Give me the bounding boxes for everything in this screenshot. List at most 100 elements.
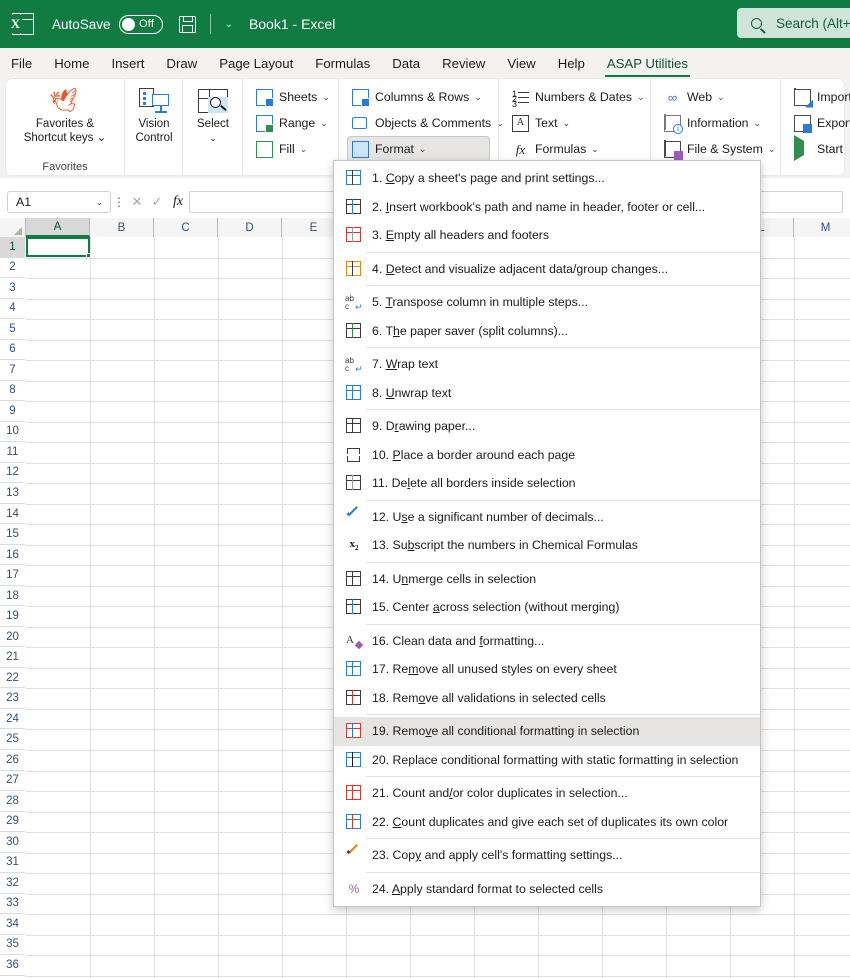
row-header-10[interactable]: 10 xyxy=(0,422,25,443)
format-menu-item-2[interactable]: 2. Insert workbook's path and name in he… xyxy=(334,193,760,222)
format-menu-item-7[interactable]: ab c ↵ 7. Wrap text xyxy=(334,350,760,379)
web-button[interactable]: ∞ Web ⌄ xyxy=(659,84,772,110)
information-button[interactable]: i Information ⌄ xyxy=(659,110,772,136)
chevron-down-icon[interactable]: ⌄ xyxy=(419,144,427,155)
format-menu-item-22[interactable]: 22. Count duplicates and give each set o… xyxy=(334,808,760,837)
format-menu-item-17[interactable]: 17. Remove all unused styles on every sh… xyxy=(334,655,760,684)
format-menu-item-1[interactable]: 1. Copy a sheet's page and print setting… xyxy=(334,164,760,193)
name-box[interactable]: A1 ⌄ xyxy=(7,191,111,213)
tab-insert[interactable]: Insert xyxy=(100,50,155,78)
row-header-17[interactable]: 17 xyxy=(0,565,25,586)
tab-review[interactable]: Review xyxy=(431,50,496,78)
chevron-down-icon[interactable]: ⌄ xyxy=(225,19,233,30)
row-header-12[interactable]: 12 xyxy=(0,463,25,484)
format-menu-item-19[interactable]: 19. Remove all conditional formatting in… xyxy=(334,717,760,746)
column-header-m[interactable]: M xyxy=(794,218,850,237)
vision-control-button[interactable]: Vision Control xyxy=(125,79,183,145)
tab-home[interactable]: Home xyxy=(43,50,100,78)
row-header-29[interactable]: 29 xyxy=(0,812,25,833)
tab-formulas[interactable]: Formulas xyxy=(304,50,381,78)
row-header-4[interactable]: 4 xyxy=(0,299,25,320)
row-header-1[interactable]: 1 xyxy=(0,237,25,258)
row-header-27[interactable]: 27 xyxy=(0,771,25,792)
row-header-31[interactable]: 31 xyxy=(0,853,25,874)
row-header-34[interactable]: 34 xyxy=(0,914,25,935)
row-header-15[interactable]: 15 xyxy=(0,524,25,545)
format-menu-item-3[interactable]: 3. Empty all headers and footers xyxy=(334,221,760,250)
chevron-down-icon[interactable]: ⌄ xyxy=(563,118,571,129)
text-button[interactable]: A Text ⌄ xyxy=(507,110,642,136)
row-header-3[interactable]: 3 xyxy=(0,278,25,299)
row-header-11[interactable]: 11 xyxy=(0,442,25,463)
cancel-icon[interactable]: ✕ xyxy=(127,194,147,210)
row-header-14[interactable]: 14 xyxy=(0,504,25,525)
row-header-16[interactable]: 16 xyxy=(0,545,25,566)
search-input[interactable]: Search (Alt+ xyxy=(737,8,850,38)
row-header-2[interactable]: 2 xyxy=(0,258,25,279)
format-menu-item-9[interactable]: 9. Drawing paper... xyxy=(334,412,760,441)
chevron-down-icon[interactable]: ⌄ xyxy=(637,92,645,103)
file-system-button[interactable]: File & System ⌄ xyxy=(659,136,775,162)
format-menu-item-12[interactable]: ✦ 12. Use a significant number of decimal… xyxy=(334,503,760,532)
chevron-down-icon[interactable]: ⌄ xyxy=(209,131,217,145)
format-menu-item-13[interactable]: x2 13. Subscript the numbers in Chemical … xyxy=(334,531,760,560)
row-header-30[interactable]: 30 xyxy=(0,832,25,853)
columns-rows-button[interactable]: Columns & Rows ⌄ xyxy=(347,84,490,110)
row-header-36[interactable]: 36 xyxy=(0,955,25,976)
range-button[interactable]: Range ⌄ xyxy=(251,110,330,136)
select-button[interactable]: Select ⌄ xyxy=(183,79,243,145)
chevron-down-icon[interactable]: ⌄ xyxy=(95,197,103,208)
fill-handle[interactable] xyxy=(86,253,91,258)
tab-view[interactable]: View xyxy=(496,50,546,78)
chevron-down-icon[interactable]: ⌄ xyxy=(474,92,482,103)
row-header-20[interactable]: 20 xyxy=(0,627,25,648)
row-header-13[interactable]: 13 xyxy=(0,483,25,504)
autosave-toggle[interactable]: Off xyxy=(118,14,163,34)
column-header-a[interactable]: A xyxy=(26,218,90,237)
row-header-19[interactable]: 19 xyxy=(0,606,25,627)
tab-data[interactable]: Data xyxy=(381,50,431,78)
format-menu-item-8[interactable]: 8. Unwrap text xyxy=(334,379,760,408)
start-button[interactable]: Start ⌄ xyxy=(789,134,850,162)
chevron-down-icon[interactable]: ⌄ xyxy=(320,118,328,129)
format-menu-item-14[interactable]: 14. Unmerge cells in selection xyxy=(334,565,760,594)
format-menu-item-18[interactable]: 18. Remove all validations in selected c… xyxy=(334,684,760,713)
row-header-5[interactable]: 5 xyxy=(0,319,25,340)
tab-help[interactable]: Help xyxy=(547,50,596,78)
enter-icon[interactable]: ✓ xyxy=(147,194,167,210)
row-header-9[interactable]: 9 xyxy=(0,401,25,422)
column-header-c[interactable]: C xyxy=(154,218,218,237)
objects-comments-button[interactable]: Objects & Comments ⌄ xyxy=(347,110,504,136)
column-header-d[interactable]: D xyxy=(218,218,282,237)
format-menu-item-21[interactable]: 21. Count and/or color duplicates in sel… xyxy=(334,779,760,808)
format-menu-item-5[interactable]: ab c ↵ 5. Transpose column in multiple step… xyxy=(334,288,760,317)
insert-function-icon[interactable]: fx xyxy=(167,194,189,210)
format-menu-item-16[interactable]: A 16. Clean data and formatting... xyxy=(334,627,760,656)
formulas-button[interactable]: fx Formulas ⌄ xyxy=(507,136,642,162)
row-header-35[interactable]: 35 xyxy=(0,935,25,956)
active-cell-a1[interactable] xyxy=(26,237,91,258)
column-header-b[interactable]: B xyxy=(90,218,154,237)
tab-page-layout[interactable]: Page Layout xyxy=(208,50,304,78)
row-header-18[interactable]: 18 xyxy=(0,586,25,607)
favorites-shortcut-keys-button[interactable]: 🕊 Favorites & Shortcut keys ⌄ xyxy=(6,79,124,145)
select-all-corner[interactable] xyxy=(0,218,26,237)
chevron-down-icon[interactable]: ⌄ xyxy=(717,92,725,103)
fill-button[interactable]: Fill ⌄ xyxy=(251,136,330,162)
format-menu-item-23[interactable]: ✦ 23. Copy and apply cell's formatting se… xyxy=(334,841,760,870)
format-menu-item-20[interactable]: 20. Replace conditional formatting with … xyxy=(334,746,760,775)
chevron-down-icon[interactable]: ⌄ xyxy=(97,132,107,144)
row-header-22[interactable]: 22 xyxy=(0,668,25,689)
row-header-7[interactable]: 7 xyxy=(0,360,25,381)
row-header-23[interactable]: 23 xyxy=(0,688,25,709)
format-menu-item-24[interactable]: % 24. Apply standard format to selected c… xyxy=(334,875,760,904)
kebab-icon[interactable]: ⋮ xyxy=(111,195,127,209)
export-button[interactable]: Export ⌄ xyxy=(789,110,850,136)
format-menu-item-4[interactable]: 4. Detect and visualize adjacent data/gr… xyxy=(334,255,760,284)
import-button[interactable]: Import ⌄ xyxy=(789,84,850,110)
format-menu-item-15[interactable]: 15. Center across selection (without mer… xyxy=(334,593,760,622)
chevron-down-icon[interactable]: ⌄ xyxy=(300,144,308,155)
format-menu-item-10[interactable]: 10. Place a border around each page xyxy=(334,441,760,470)
tab-file[interactable]: File xyxy=(0,50,43,78)
tab-draw[interactable]: Draw xyxy=(155,50,208,78)
